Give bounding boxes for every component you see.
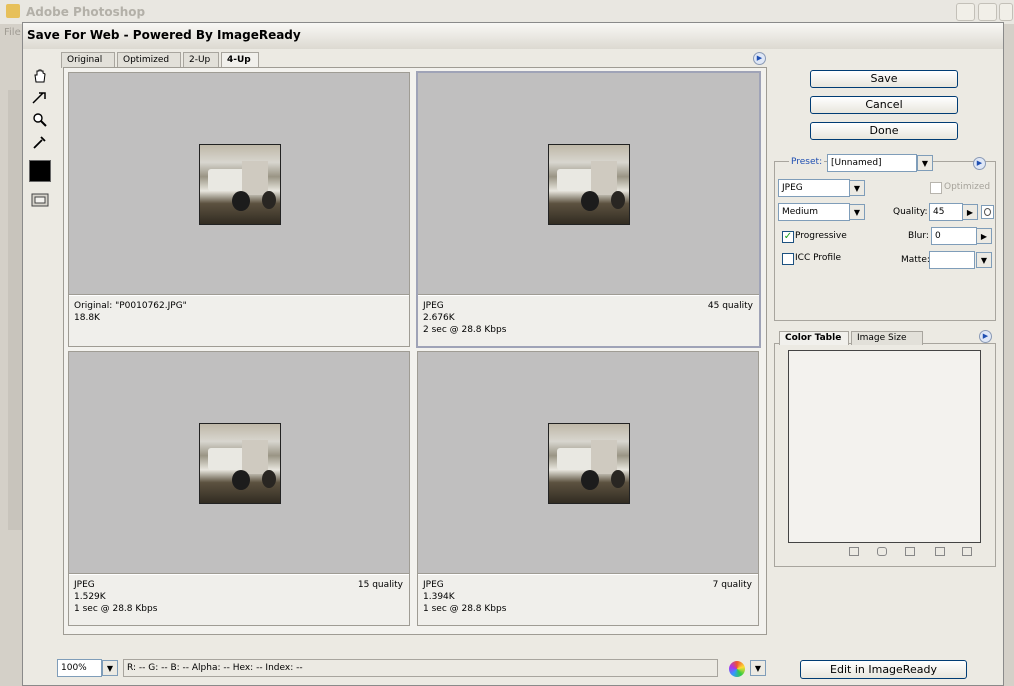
status-bar: 100% ▼ R: -- G: -- B: -- Alpha: -- Hex: … [57,659,797,679]
tab-2-up[interactable]: 2-Up [183,52,219,68]
pane-format: Original: "P0010762.JPG" [74,301,187,311]
chevron-down-icon[interactable]: ▼ [849,180,865,196]
preview-pane-original[interactable]: Original: "P0010762.JPG" 18.8K [68,72,410,347]
pane-info: Original: "P0010762.JPG" 18.8K [69,296,409,346]
pane-quality: 7 quality [712,580,752,590]
progressive-label: Progressive [795,231,847,241]
toggle-slices-icon[interactable] [29,191,51,209]
color-table-swatches[interactable] [788,350,981,543]
minimize-button[interactable] [956,3,975,21]
preview-image-area [418,352,758,574]
eyedropper-icon[interactable] [29,133,51,151]
optimized-checkbox[interactable] [930,182,942,194]
quality-level-select[interactable]: Medium [778,203,850,221]
icc-profile-checkbox[interactable] [782,253,794,265]
done-button[interactable]: Done [810,122,958,140]
blur-label: Blur: [908,231,929,241]
trash-icon[interactable] [962,547,972,556]
chevron-down-icon[interactable]: ▼ [102,660,118,676]
image-thumbnail [199,144,281,225]
optimized-label: Optimized [944,182,991,192]
new-color-icon[interactable] [935,547,945,556]
color-table-panel: Color Table Image Size ▶ [774,330,996,567]
photoshop-menu-file[interactable]: File [4,27,21,38]
chevron-down-icon[interactable]: ▼ [750,660,766,676]
dialog-titlebar: Save For Web - Powered By ImageReady [23,23,1003,49]
matte-select[interactable] [929,251,975,269]
eyedropper-color-swatch-icon[interactable] [29,159,51,183]
optimize-menu-arrow-icon[interactable]: ▶ [973,157,986,170]
color-readout: R: -- G: -- B: -- Alpha: -- Hex: -- Inde… [123,659,718,677]
quality-label: Quality: [893,207,928,217]
quality-channel-icon[interactable] [981,205,994,219]
chevron-right-icon[interactable]: ▶ [976,228,992,244]
restore-button[interactable] [978,3,997,21]
pane-info: JPEG 1.529K 1 sec @ 28.8 Kbps 15 quality [69,575,409,625]
preview-image-area [69,73,409,295]
image-thumbnail [548,144,630,225]
pane-size: 1.394K [423,592,455,602]
tab-optimized[interactable]: Optimized [117,52,181,68]
pane-quality: 15 quality [357,580,403,590]
zoom-select[interactable]: 100% [57,659,102,677]
progressive-checkbox[interactable]: ✓ [782,231,794,243]
photoshop-logo-icon [6,4,20,18]
cancel-button[interactable]: Cancel [810,96,958,114]
preset-label: Preset: [789,157,825,167]
save-for-web-dialog: Save For Web - Powered By ImageReady Ori… [22,22,1004,686]
pane-quality: 45 quality [707,301,753,311]
pane-format: JPEG [423,301,444,311]
pane-format: JPEG [74,580,95,590]
pane-download-time: 1 sec @ 28.8 Kbps [74,604,158,614]
preset-select[interactable]: [Unnamed] [827,154,917,172]
preview-menu-arrow-icon[interactable]: ▶ [753,52,766,65]
chevron-down-icon[interactable]: ▼ [917,155,933,171]
matte-label: Matte: [901,255,930,265]
pane-info: JPEG 1.394K 1 sec @ 28.8 Kbps 7 quality [418,575,758,625]
pane-info: JPEG 2.676K 2 sec @ 28.8 Kbps 45 quality [418,296,759,346]
preview-pane-selected[interactable]: JPEG 2.676K 2 sec @ 28.8 Kbps 45 quality [416,71,761,348]
hand-icon[interactable] [29,67,51,85]
browser-preview-icon[interactable] [729,661,745,677]
chevron-down-icon[interactable]: ▼ [976,252,992,268]
preview-pane-3[interactable]: JPEG 1.529K 1 sec @ 28.8 Kbps 15 quality [68,351,410,626]
color-shift-icon[interactable] [849,547,859,556]
pane-download-time: 1 sec @ 28.8 Kbps [423,604,507,614]
pane-size: 2.676K [423,313,455,323]
tab-4-up[interactable]: 4-Up [221,52,259,68]
quality-input[interactable]: 45 [929,203,963,221]
save-button[interactable]: Save [810,70,958,88]
format-select[interactable]: JPEG [778,179,850,197]
photoshop-title: Adobe Photoshop [26,5,146,19]
slice-select-icon[interactable] [29,89,51,107]
edit-in-imageready-button[interactable]: Edit in ImageReady [800,660,967,679]
image-thumbnail [548,423,630,504]
image-thumbnail [199,423,281,504]
icc-profile-label: ICC Profile [795,253,842,263]
pane-download-time: 2 sec @ 28.8 Kbps [423,325,507,335]
optimize-settings-panel: Preset: [Unnamed] ▼ ▶ JPEG ▼ Optimized M… [774,154,996,321]
preview-pane-4[interactable]: JPEG 1.394K 1 sec @ 28.8 Kbps 7 quality [417,351,759,626]
pane-size: 18.8K [74,313,100,323]
tab-original[interactable]: Original [61,52,115,68]
web-snap-icon[interactable] [877,547,887,556]
close-button[interactable] [999,3,1013,21]
chevron-down-icon[interactable]: ▼ [849,204,865,220]
zoom-icon[interactable] [29,111,51,129]
photoshop-titlebar: Adobe Photoshop [0,0,1014,24]
tab-image-size[interactable]: Image Size [851,331,923,345]
tab-color-table[interactable]: Color Table [779,331,849,345]
preview-area: Original: "P0010762.JPG" 18.8K JPEG 2.67… [63,67,767,635]
pane-size: 1.529K [74,592,106,602]
blur-input[interactable]: 0 [931,227,977,245]
pane-format: JPEG [423,580,444,590]
preview-image-area [69,352,409,574]
photoshop-toolbox [8,90,22,530]
chevron-right-icon[interactable]: ▶ [962,204,978,220]
dialog-title: Save For Web - Powered By ImageReady [27,28,301,42]
lock-icon[interactable] [905,547,915,556]
color-table-menu-arrow-icon[interactable]: ▶ [979,330,992,343]
preview-image-area [418,73,759,295]
